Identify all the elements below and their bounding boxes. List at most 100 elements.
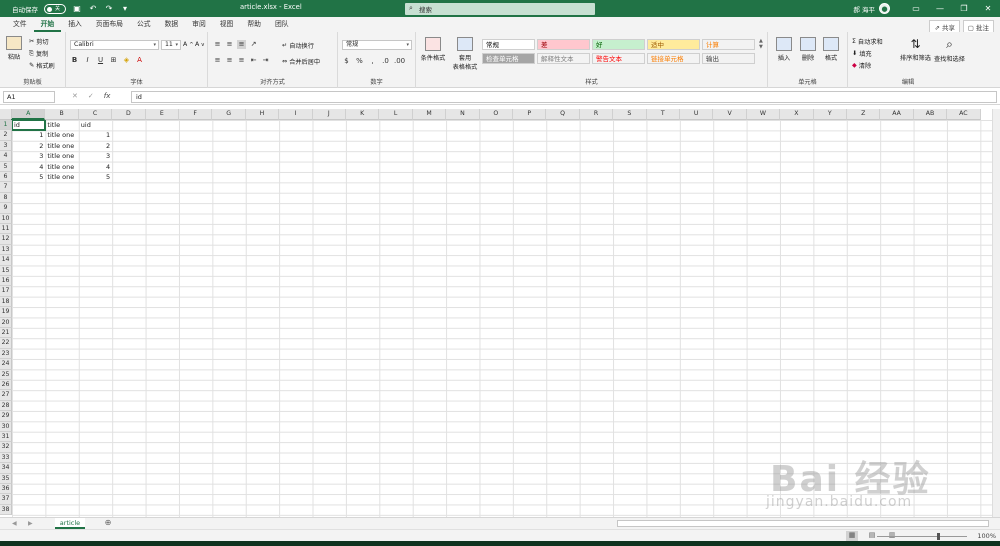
tab-1[interactable]: 开始	[33, 18, 62, 32]
column-header-U[interactable]: U	[680, 109, 714, 120]
row-header-8[interactable]: 8	[0, 192, 12, 204]
comma-icon[interactable]: ,	[368, 57, 377, 66]
font-shrink-icon[interactable]: Av	[195, 41, 204, 48]
indent-increase-icon[interactable]: ⇥	[261, 56, 270, 65]
align-right-icon[interactable]: ≡	[237, 56, 246, 65]
align-top-icon[interactable]: ≡	[213, 40, 222, 49]
column-header-Y[interactable]: Y	[813, 109, 847, 120]
row-header-36[interactable]: 36	[0, 484, 12, 495]
close-icon[interactable]: ✕	[976, 0, 1000, 17]
decrease-decimal-icon[interactable]: .00	[394, 57, 405, 66]
row-header-13[interactable]: 13	[0, 244, 12, 256]
column-header-AB[interactable]: AB	[913, 109, 948, 120]
align-bottom-icon[interactable]: ≡	[237, 40, 246, 49]
row-header-31[interactable]: 31	[0, 432, 12, 443]
row-header-12[interactable]: 12	[0, 234, 12, 245]
cell-style-1[interactable]: 差	[537, 39, 590, 50]
tab-3[interactable]: 页面布局	[89, 18, 130, 32]
format-as-table-button[interactable]: 套用 表格格式	[450, 37, 480, 71]
formula-input[interactable]: id	[131, 91, 997, 103]
row-header-26[interactable]: 26	[0, 380, 12, 391]
zoom-level[interactable]: 100%	[977, 531, 996, 541]
row-header-19[interactable]: 19	[0, 307, 12, 318]
cell-B3[interactable]: title one	[45, 141, 78, 151]
cell-C4[interactable]: 3	[79, 151, 112, 161]
column-header-V[interactable]: V	[713, 109, 747, 120]
user-name[interactable]: 郝 海平	[853, 4, 875, 14]
next-sheet-icon[interactable]: ▶	[28, 518, 33, 529]
align-left-icon[interactable]: ≡	[213, 56, 222, 65]
cell-style-9[interactable]: 输出	[702, 53, 755, 64]
tab-9[interactable]: 团队	[268, 18, 296, 32]
indent-decrease-icon[interactable]: ⇤	[249, 56, 258, 65]
search-input[interactable]: ⌕ 搜索	[405, 3, 595, 15]
font-size-select[interactable]: 11 ▾	[161, 40, 181, 50]
cell-style-5[interactable]: 检查单元格	[482, 53, 535, 64]
column-header-K[interactable]: K	[346, 109, 380, 120]
cell-B1[interactable]: title	[45, 120, 78, 130]
cell-C2[interactable]: 1	[79, 130, 112, 140]
customize-qat-icon[interactable]: ▾	[120, 4, 130, 14]
column-header-R[interactable]: R	[579, 109, 614, 120]
column-header-D[interactable]: D	[112, 109, 146, 120]
row-header-16[interactable]: 16	[0, 276, 12, 287]
cell-B6[interactable]: title one	[45, 172, 78, 182]
format-cells-button[interactable]: 格式	[823, 37, 839, 62]
currency-icon[interactable]: $	[342, 57, 351, 66]
align-middle-icon[interactable]: ≡	[225, 40, 234, 49]
cell-style-2[interactable]: 好	[592, 39, 645, 50]
tab-6[interactable]: 审阅	[185, 18, 213, 32]
cell-C1[interactable]: uid	[79, 120, 112, 130]
underline-icon[interactable]: U	[96, 56, 105, 65]
column-header-E[interactable]: E	[145, 109, 179, 120]
row-header-9[interactable]: 9	[0, 203, 12, 214]
cell-C6[interactable]: 5	[79, 172, 112, 182]
cell-style-3[interactable]: 适中	[647, 39, 700, 50]
orientation-icon[interactable]: ↗	[249, 40, 258, 49]
column-header-Z[interactable]: Z	[847, 109, 881, 120]
row-header-25[interactable]: 25	[0, 369, 12, 380]
cell-A2[interactable]: 1	[12, 130, 45, 140]
row-header-38[interactable]: 38	[0, 504, 12, 516]
row-header-2[interactable]: 2	[0, 130, 12, 141]
row-header-3[interactable]: 3	[0, 140, 12, 152]
zoom-slider[interactable]	[877, 533, 967, 540]
increase-decimal-icon[interactable]: .0	[381, 57, 390, 66]
cell-style-7[interactable]: 警告文本	[592, 53, 645, 64]
column-header-T[interactable]: T	[646, 109, 680, 120]
italic-icon[interactable]: I	[83, 56, 92, 65]
cell-style-4[interactable]: 计算	[702, 39, 755, 50]
percent-icon[interactable]: %	[355, 57, 364, 66]
row-header-15[interactable]: 15	[0, 265, 12, 276]
font-color-icon[interactable]: A	[135, 56, 144, 65]
cell-A5[interactable]: 4	[12, 162, 45, 172]
number-format-select[interactable]: 常规 ▾	[342, 40, 412, 50]
cell-A4[interactable]: 3	[12, 151, 45, 161]
fill-button[interactable]: ⬇ 填充	[852, 49, 872, 58]
row-header-29[interactable]: 29	[0, 411, 12, 422]
cell-style-0[interactable]: 常规	[482, 39, 535, 50]
wrap-text-button[interactable]: ↵ 自动换行	[282, 41, 314, 50]
row-header-4[interactable]: 4	[0, 151, 12, 162]
row-header-24[interactable]: 24	[0, 359, 12, 370]
row-header-37[interactable]: 37	[0, 494, 12, 505]
row-header-10[interactable]: 10	[0, 213, 12, 224]
cell-B2[interactable]: title one	[45, 130, 78, 140]
tab-4[interactable]: 公式	[130, 18, 158, 32]
cell-C5[interactable]: 4	[79, 162, 112, 172]
row-header-33[interactable]: 33	[0, 452, 12, 464]
paste-button[interactable]: 粘贴	[6, 36, 22, 61]
maximize-icon[interactable]: ❐	[952, 0, 976, 17]
cell-style-6[interactable]: 解释性文本	[537, 53, 590, 64]
column-header-I[interactable]: I	[279, 109, 313, 120]
row-header-20[interactable]: 20	[0, 317, 12, 328]
row-header-30[interactable]: 30	[0, 421, 12, 432]
row-header-18[interactable]: 18	[0, 296, 12, 308]
ribbon-display-icon[interactable]: ▭	[904, 0, 928, 17]
column-header-AA[interactable]: AA	[880, 109, 914, 120]
tab-2[interactable]: 插入	[61, 18, 89, 32]
column-header-H[interactable]: H	[245, 109, 280, 120]
horizontal-scrollbar[interactable]	[617, 520, 989, 527]
font-grow-icon[interactable]: A ^	[183, 41, 194, 48]
row-header-21[interactable]: 21	[0, 328, 12, 339]
